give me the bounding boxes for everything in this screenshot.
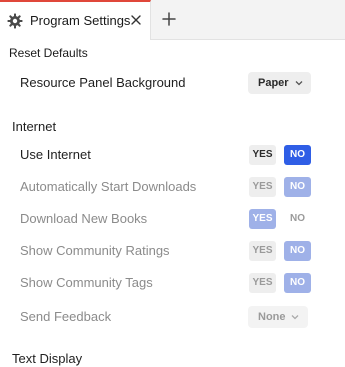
show-community-tags-label: Show Community Tags: [20, 275, 153, 290]
toggle-yes-option[interactable]: YES: [249, 209, 276, 229]
tab-title: Program Settings: [30, 13, 131, 28]
resource-panel-background-dropdown[interactable]: Paper: [248, 72, 311, 94]
send-feedback-label: Send Feedback: [20, 309, 112, 324]
plus-icon[interactable]: [161, 11, 177, 27]
toggle-no-option[interactable]: NO: [284, 241, 311, 261]
toggle-no-option[interactable]: NO: [284, 273, 311, 293]
toggle-yes-option[interactable]: YES: [249, 273, 276, 293]
tab-program-settings[interactable]: Program Settings: [0, 0, 151, 40]
auto-start-downloads-label: Automatically Start Downloads: [20, 179, 197, 194]
dropdown-value: None: [258, 311, 286, 323]
tab-bar: Program Settings: [0, 0, 345, 40]
toggle-yes-option[interactable]: YES: [249, 241, 276, 261]
send-feedback-dropdown[interactable]: None: [248, 306, 308, 328]
chevron-down-icon: [291, 315, 299, 320]
chevron-down-icon: [295, 81, 303, 86]
show-community-tags-toggle[interactable]: YES NO: [248, 273, 312, 293]
resource-panel-background-label: Resource Panel Background: [20, 75, 186, 90]
toggle-no-option[interactable]: NO: [284, 209, 311, 229]
toggle-no-option[interactable]: NO: [284, 177, 311, 197]
close-icon[interactable]: [129, 13, 143, 27]
section-heading-internet: Internet: [12, 119, 57, 134]
show-community-ratings-label: Show Community Ratings: [20, 243, 170, 258]
download-new-books-label: Download New Books: [20, 211, 148, 226]
toggle-no-option[interactable]: NO: [284, 145, 311, 165]
dropdown-value: Paper: [258, 77, 289, 89]
use-internet-toggle[interactable]: YES NO: [248, 145, 312, 165]
toggle-yes-option[interactable]: YES: [249, 177, 276, 197]
auto-start-downloads-toggle[interactable]: YES NO: [248, 177, 312, 197]
gear-icon: [7, 13, 23, 29]
section-heading-text-display: Text Display: [12, 351, 83, 366]
reset-defaults-link[interactable]: Reset Defaults: [9, 45, 88, 61]
use-internet-label: Use Internet: [20, 147, 91, 162]
toggle-yes-option[interactable]: YES: [249, 145, 276, 165]
download-new-books-toggle[interactable]: YES NO: [248, 209, 312, 229]
show-community-ratings-toggle[interactable]: YES NO: [248, 241, 312, 261]
